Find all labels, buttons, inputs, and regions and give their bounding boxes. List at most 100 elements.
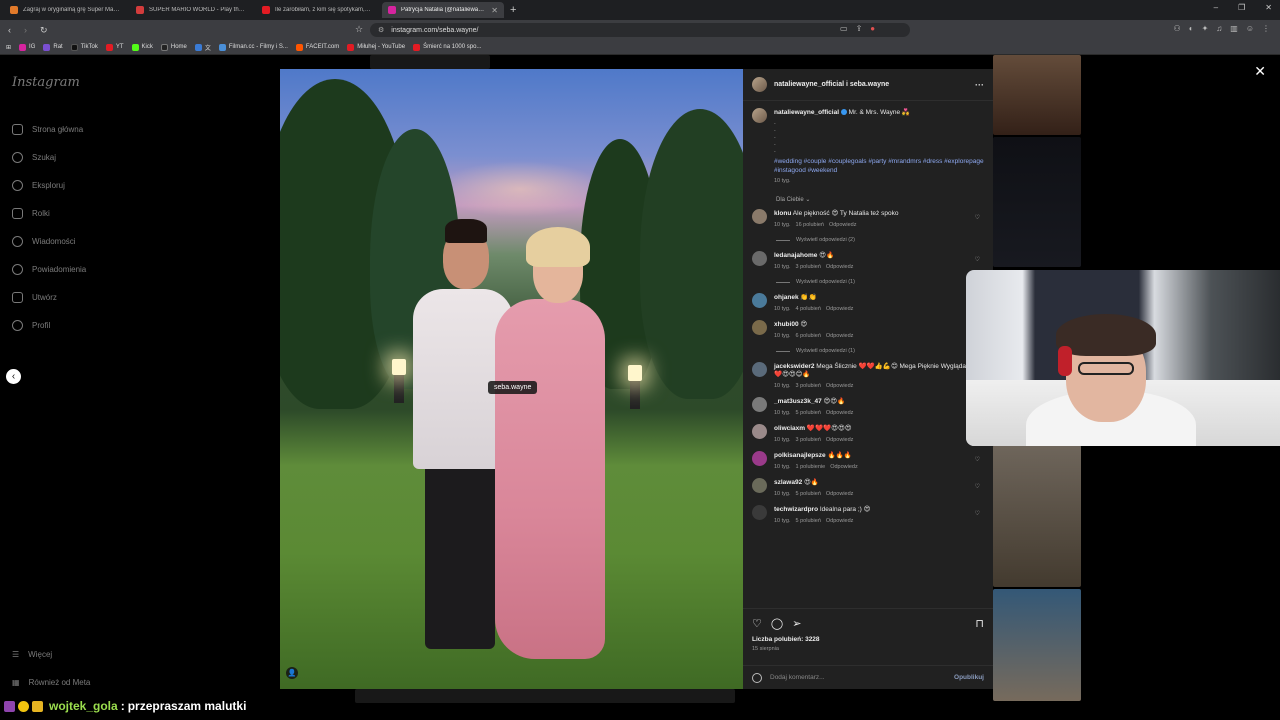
apps-grid-icon[interactable]: ⊞: [6, 44, 11, 51]
minimize-icon[interactable]: –: [1214, 3, 1218, 12]
bookmark-miluhej[interactable]: Miłuhej - YouTube: [347, 43, 405, 51]
comment-username[interactable]: oliwciaxm: [774, 425, 805, 432]
nav-item-meta[interactable]: ▦ Również od Meta: [12, 668, 90, 696]
bookmark-tiktok[interactable]: TikTok: [70, 43, 98, 51]
nav-item-home[interactable]: Strona główna: [12, 115, 86, 143]
previous-post-button[interactable]: ‹: [6, 369, 21, 384]
avatar[interactable]: [752, 251, 767, 266]
comment-input[interactable]: Dodaj komentarz...: [770, 674, 825, 681]
avatar[interactable]: [752, 424, 767, 439]
nav-item-notifications[interactable]: Powiadomienia: [12, 255, 86, 283]
bookmark-faceit[interactable]: FACEIT.com: [295, 43, 339, 51]
publish-button[interactable]: Opublikuj: [954, 674, 984, 681]
tab-close-icon[interactable]: ✕: [491, 6, 498, 15]
media-icon[interactable]: ♫: [1216, 24, 1222, 33]
bookmark-save-icon[interactable]: ⊓: [975, 617, 984, 630]
extension-badge-icon[interactable]: ●: [870, 24, 875, 33]
comment-like-heart-icon[interactable]: ♡: [975, 256, 980, 263]
bookmark-icon[interactable]: ☆: [355, 24, 363, 35]
browser-tab[interactable]: SUPER MARIO WORLD - Play the ro: [130, 2, 252, 18]
nav-item-explore[interactable]: Eksploruj: [12, 171, 86, 199]
more-options-icon[interactable]: ···: [975, 80, 984, 90]
reload-icon[interactable]: ↻: [40, 25, 48, 36]
reply-button[interactable]: Odpowiedz: [829, 222, 857, 228]
bookmark-kick[interactable]: Kick: [131, 43, 153, 51]
comments-sort-dropdown[interactable]: Dla Ciebie ⌄: [776, 196, 984, 203]
cast-icon[interactable]: ▭: [840, 24, 848, 33]
nav-item-reels[interactable]: Rolki: [12, 199, 86, 227]
avatar[interactable]: [752, 293, 767, 308]
comment-username[interactable]: polkisanajlepsze: [774, 452, 826, 459]
post-authors[interactable]: nataliewayne_official i seba.wayne: [774, 81, 889, 88]
reply-button[interactable]: Odpowiedz: [826, 333, 854, 339]
new-tab-button[interactable]: +: [510, 4, 516, 16]
reply-button[interactable]: Odpowiedz: [826, 306, 854, 312]
tagged-users-icon[interactable]: 👤: [286, 667, 298, 679]
extension-icon[interactable]: ⚇: [1174, 24, 1181, 33]
bookmark-filman[interactable]: Filman.cc - Filmy i S...: [218, 43, 288, 51]
comment-likes[interactable]: 16 polubień: [796, 222, 824, 228]
user-tag[interactable]: seba.wayne: [488, 381, 538, 394]
avatar[interactable]: [752, 478, 767, 493]
forward-arrow-icon[interactable]: ›: [24, 25, 32, 35]
avatar[interactable]: [752, 505, 767, 520]
view-replies-button[interactable]: Wyświetl odpowiedzi (1): [776, 279, 984, 285]
browser-tab[interactable]: Ile zarobiłam, z kim się spotykam, cz: [256, 2, 378, 18]
profile-icon[interactable]: ☺: [1246, 24, 1254, 33]
address-bar[interactable]: ⚙ instagram.com/seba.wayne/: [370, 23, 910, 37]
browser-tab-active[interactable]: Patrycja Natalia (@nataliewayne ✕: [382, 2, 504, 18]
sidebar-icon[interactable]: ▥: [1230, 24, 1238, 33]
reply-button[interactable]: Odpowiedz: [826, 383, 854, 389]
browser-tab[interactable]: Zagraj w oryginalną grę Super Mario: [4, 2, 126, 18]
comments-scroll-area[interactable]: nataliewayne_official Mr. & Mrs. Wayne 💑…: [743, 102, 993, 608]
reply-button[interactable]: Odpowiedz: [826, 518, 854, 524]
comment-username[interactable]: jacekswider2: [774, 363, 814, 370]
avatar[interactable]: [752, 77, 767, 92]
reply-button[interactable]: Odpowiedz: [826, 264, 854, 270]
comment-username[interactable]: xhubi00: [774, 321, 799, 328]
extension-icon[interactable]: ◐: [1189, 24, 1194, 33]
menu-dots-icon[interactable]: ⋮: [1262, 24, 1270, 33]
restore-icon[interactable]: ❐: [1238, 3, 1245, 12]
comment-likes[interactable]: 1 polubienie: [796, 464, 826, 470]
likes-count[interactable]: Liczba polubień: 3228: [752, 636, 984, 643]
comment-like-heart-icon[interactable]: ♡: [975, 483, 980, 490]
comment-likes[interactable]: 6 polubień: [796, 333, 821, 339]
comment-like-heart-icon[interactable]: ♡: [975, 456, 980, 463]
bookmark-ig[interactable]: IG: [19, 43, 35, 51]
comment-likes[interactable]: 3 polubień: [796, 383, 821, 389]
comment-username[interactable]: ledanajahome: [774, 252, 817, 259]
comment-username[interactable]: _mat3usz3k_47: [774, 398, 822, 405]
reply-button[interactable]: Odpowiedz: [830, 464, 858, 470]
reply-button[interactable]: Odpowiedz: [826, 437, 854, 443]
comment-username[interactable]: ohjanek: [774, 294, 799, 301]
comment-likes[interactable]: 3 polubień: [796, 264, 821, 270]
comment-username[interactable]: techwizardpro: [774, 506, 818, 513]
caption-username[interactable]: nataliewayne_official: [774, 109, 839, 116]
avatar[interactable]: [752, 451, 767, 466]
share-icon[interactable]: ⇪: [856, 24, 863, 33]
instagram-logo[interactable]: Instagram: [12, 75, 80, 90]
avatar[interactable]: [752, 108, 767, 123]
nav-item-create[interactable]: Utwórz: [12, 283, 86, 311]
bookmark-yt[interactable]: YT: [105, 43, 124, 51]
bookmark-rat[interactable]: Rat: [43, 43, 63, 51]
reply-button[interactable]: Odpowiedz: [826, 491, 854, 497]
puzzle-icon[interactable]: ✦: [1202, 24, 1209, 33]
bookmark-translate[interactable]: 文: [194, 43, 211, 52]
comment-bubble-icon[interactable]: ◯: [771, 617, 783, 630]
emoji-icon[interactable]: [752, 672, 762, 683]
caption-hashtags[interactable]: #wedding #couple #couplegoals #party #mr…: [774, 157, 984, 175]
avatar[interactable]: [752, 397, 767, 412]
bookmark-home[interactable]: Home: [160, 43, 187, 51]
comment-username[interactable]: szlawa92: [774, 479, 802, 486]
like-heart-icon[interactable]: ♡: [752, 617, 762, 630]
nav-item-more[interactable]: ☰ Więcej: [12, 640, 90, 668]
avatar[interactable]: [752, 320, 767, 335]
comment-likes[interactable]: 4 polubień: [796, 306, 821, 312]
nav-item-messages[interactable]: Wiadomości: [12, 227, 86, 255]
comment-likes[interactable]: 3 polubień: [796, 437, 821, 443]
share-plane-icon[interactable]: ➢: [792, 617, 801, 630]
nav-item-search[interactable]: Szukaj: [12, 143, 86, 171]
reply-button[interactable]: Odpowiedz: [826, 410, 854, 416]
